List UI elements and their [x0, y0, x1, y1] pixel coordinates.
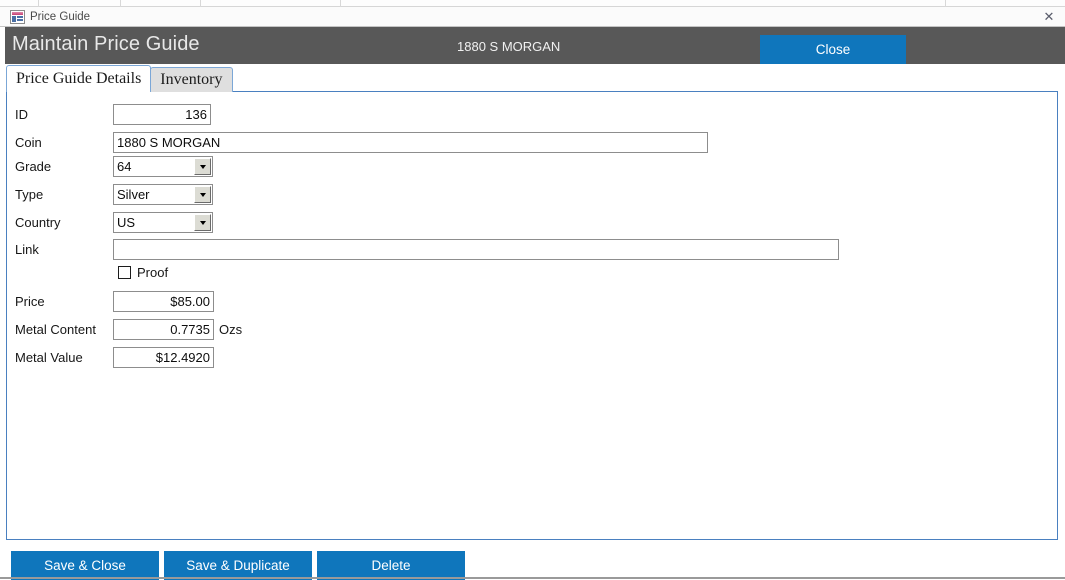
proof-checkbox[interactable] — [118, 266, 131, 279]
document-tab-bar: Price Guide ✕ — [0, 7, 1065, 27]
save-and-close-button[interactable]: Save & Close — [11, 551, 159, 580]
footer-action-bar: Save & Close Save & Duplicate Delete — [5, 542, 1065, 580]
label-price: Price — [15, 294, 45, 309]
link-field[interactable] — [113, 239, 839, 260]
coin-field[interactable]: 1880 S MORGAN — [113, 132, 708, 153]
ribbon-divider — [38, 0, 39, 7]
label-coin: Coin — [15, 135, 42, 150]
label-id: ID — [15, 107, 28, 122]
document-tab-label: Price Guide — [30, 11, 91, 23]
document-tab-price-guide[interactable]: Price Guide — [6, 7, 98, 27]
tab-panel-price-guide-details: ID 136 Coin 1880 S MORGAN Grade 64 Type … — [6, 91, 1058, 540]
close-button[interactable]: Close — [760, 35, 906, 64]
price-field[interactable]: $85.00 — [113, 291, 214, 312]
type-combobox[interactable]: Silver — [113, 184, 213, 205]
tab-strip: Price Guide Details Inventory — [6, 65, 233, 92]
tab-inventory[interactable]: Inventory — [150, 67, 233, 92]
country-combobox[interactable]: US — [113, 212, 213, 233]
form-header: Maintain Price Guide 1880 S MORGAN Close — [5, 27, 1065, 64]
metal-content-field[interactable]: 0.7735 — [113, 319, 214, 340]
ribbon-remnant-strip — [0, 0, 1065, 7]
ribbon-divider — [200, 0, 201, 7]
grade-value: 64 — [117, 159, 132, 174]
tab-price-guide-details[interactable]: Price Guide Details — [6, 65, 152, 92]
label-metal-content: Metal Content — [15, 322, 96, 337]
label-grade: Grade — [15, 159, 52, 174]
page-title: Maintain Price Guide — [12, 33, 200, 55]
label-metal-value: Metal Value — [15, 350, 83, 365]
ribbon-divider — [340, 0, 341, 7]
document-window: Price Guide ✕ Maintain Price Guide 1880 … — [0, 7, 1065, 580]
label-type: Type — [15, 187, 44, 202]
ribbon-divider — [945, 0, 946, 7]
chevron-down-icon[interactable] — [194, 214, 211, 231]
close-icon[interactable]: ✕ — [1041, 9, 1057, 25]
delete-button[interactable]: Delete — [317, 551, 465, 580]
metal-content-unit: Ozs — [219, 322, 243, 337]
proof-checkbox-row[interactable]: Proof — [118, 265, 168, 280]
ribbon-divider — [120, 0, 121, 7]
type-value: Silver — [117, 187, 150, 202]
id-field[interactable]: 136 — [113, 104, 211, 125]
grade-combobox[interactable]: 64 — [113, 156, 213, 177]
label-country: Country — [15, 215, 61, 230]
label-link: Link — [15, 242, 39, 257]
country-value: US — [117, 215, 136, 230]
save-and-duplicate-button[interactable]: Save & Duplicate — [164, 551, 312, 580]
proof-label: Proof — [137, 265, 169, 280]
chevron-down-icon[interactable] — [194, 158, 211, 175]
chevron-down-icon[interactable] — [194, 186, 211, 203]
access-form-icon — [10, 10, 25, 24]
header-subtitle: 1880 S MORGAN — [457, 39, 561, 54]
metal-value-field[interactable]: $12.4920 — [113, 347, 214, 368]
